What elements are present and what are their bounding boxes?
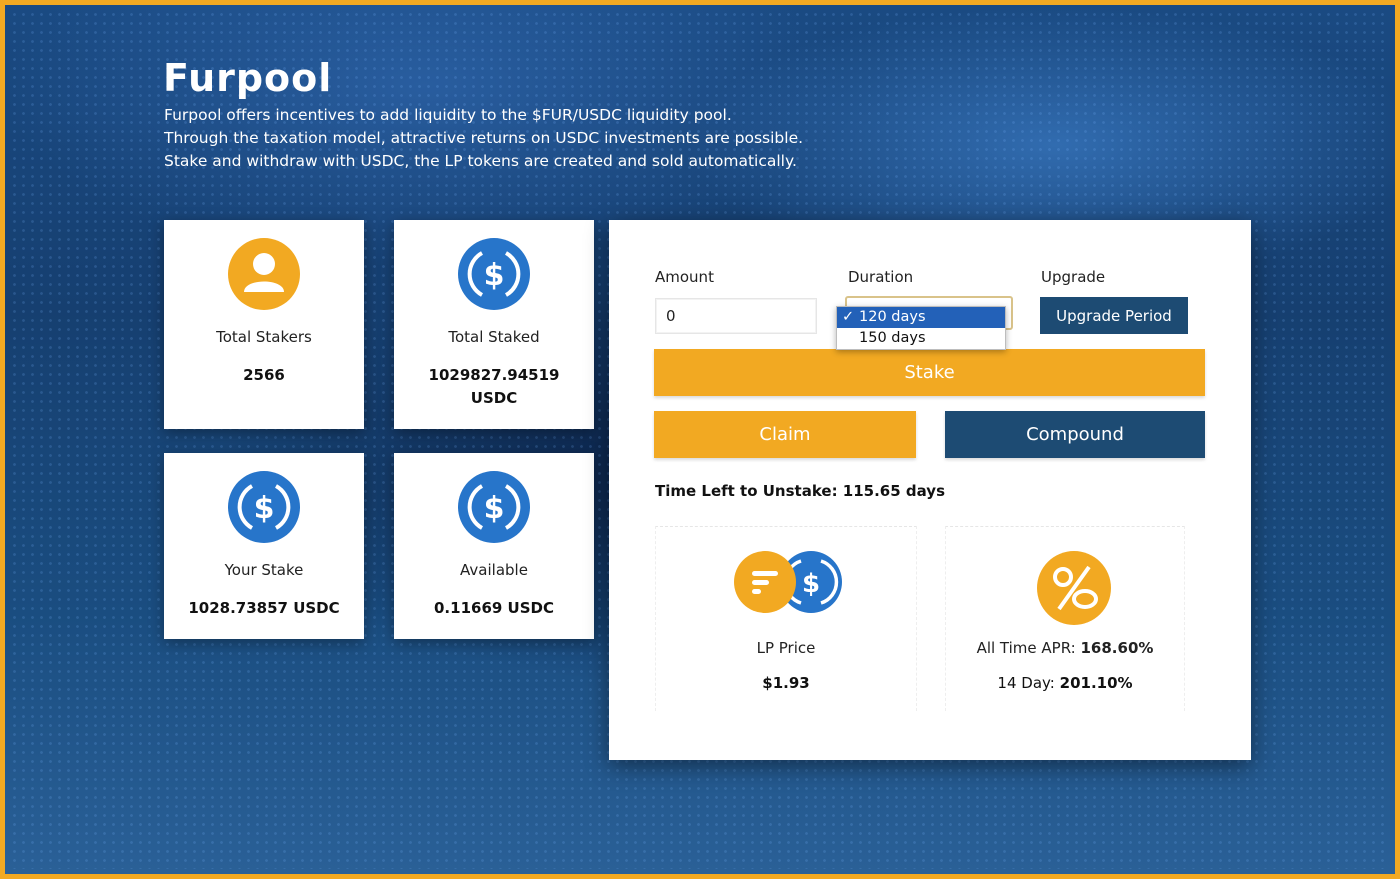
svg-text:$: $ — [484, 258, 505, 293]
amount-label: Amount — [655, 268, 714, 286]
stat-label: Total Staked — [448, 328, 540, 346]
fur-usdc-icon: $ — [734, 551, 842, 613]
all-time-apr-label: All Time APR: — [976, 639, 1081, 657]
usdc-icon: $ — [228, 471, 300, 543]
option-label: 120 days — [859, 309, 926, 325]
stat-card-total-stakers: Total Stakers 2566 — [164, 220, 364, 429]
stat-card-your-stake: $ Your Stake 1028.73857 USDC — [164, 453, 364, 639]
svg-text:$: $ — [802, 569, 820, 599]
stat-label: Available — [460, 561, 528, 579]
stat-label: Your Stake — [224, 561, 304, 579]
intro-text: Furpool offers incentives to add liquidi… — [164, 104, 803, 173]
intro-line: Through the taxation model, attractive r… — [164, 129, 804, 147]
fourteen-day-apr: 14 Day: 201.10% — [946, 674, 1184, 692]
stat-value: 0.11669 USDC — [434, 599, 554, 617]
stat-card-total-staked: $ Total Staked 1029827.94519 USDC — [394, 220, 594, 429]
user-icon — [228, 238, 300, 310]
upgrade-period-button[interactable]: Upgrade Period — [1040, 297, 1188, 334]
duration-dropdown[interactable]: ✓ 120 days 150 days — [836, 306, 1006, 350]
upgrade-label: Upgrade — [1041, 268, 1106, 286]
all-time-apr-value: 168.60% — [1080, 639, 1154, 657]
svg-text:$: $ — [254, 491, 275, 526]
duration-label: Duration — [848, 268, 914, 286]
stat-value: 1028.73857 USDC — [188, 599, 340, 617]
duration-option-150[interactable]: 150 days — [837, 328, 1005, 349]
stat-value-unit: USDC — [470, 389, 518, 407]
staking-panel: Amount Duration Upgrade ✓ ✓ 120 days 150… — [609, 220, 1251, 760]
claim-button[interactable]: Claim — [654, 411, 916, 458]
stat-card-available: $ Available 0.11669 USDC — [394, 453, 594, 639]
check-icon: ✓ — [842, 309, 855, 325]
furpool-logo: Furpool — [163, 56, 333, 100]
compound-button[interactable]: Compound — [945, 411, 1205, 458]
duration-option-120[interactable]: ✓ 120 days — [837, 307, 1005, 328]
fourteen-day-apr-label: 14 Day: — [997, 674, 1060, 692]
stat-value: 1029827.94519 USDC — [394, 364, 594, 410]
lp-price-value: $1.93 — [762, 674, 810, 692]
percent-icon — [1037, 551, 1111, 625]
time-left-to-unstake: Time Left to Unstake: 115.65 days — [655, 482, 946, 500]
intro-line: Furpool offers incentives to add liquidi… — [164, 106, 732, 124]
lp-price-card: $ LP Price $1.93 — [655, 526, 917, 711]
option-label: 150 days — [859, 330, 926, 346]
usdc-icon: $ — [458, 238, 530, 310]
lp-price-label: LP Price — [756, 639, 816, 657]
usdc-icon: $ — [458, 471, 530, 543]
amount-input[interactable] — [655, 298, 817, 334]
stat-value: 2566 — [243, 366, 285, 384]
stat-value-line: 1029827.94519 — [428, 366, 560, 384]
svg-text:$: $ — [484, 491, 505, 526]
fourteen-day-apr-value: 201.10% — [1059, 674, 1133, 692]
all-time-apr: All Time APR: 168.60% — [946, 639, 1184, 657]
intro-line: Stake and withdraw with USDC, the LP tok… — [164, 152, 797, 170]
stat-label: Total Stakers — [216, 328, 312, 346]
stake-button[interactable]: Stake — [654, 349, 1205, 396]
apr-card: All Time APR: 168.60% 14 Day: 201.10% — [945, 526, 1185, 711]
